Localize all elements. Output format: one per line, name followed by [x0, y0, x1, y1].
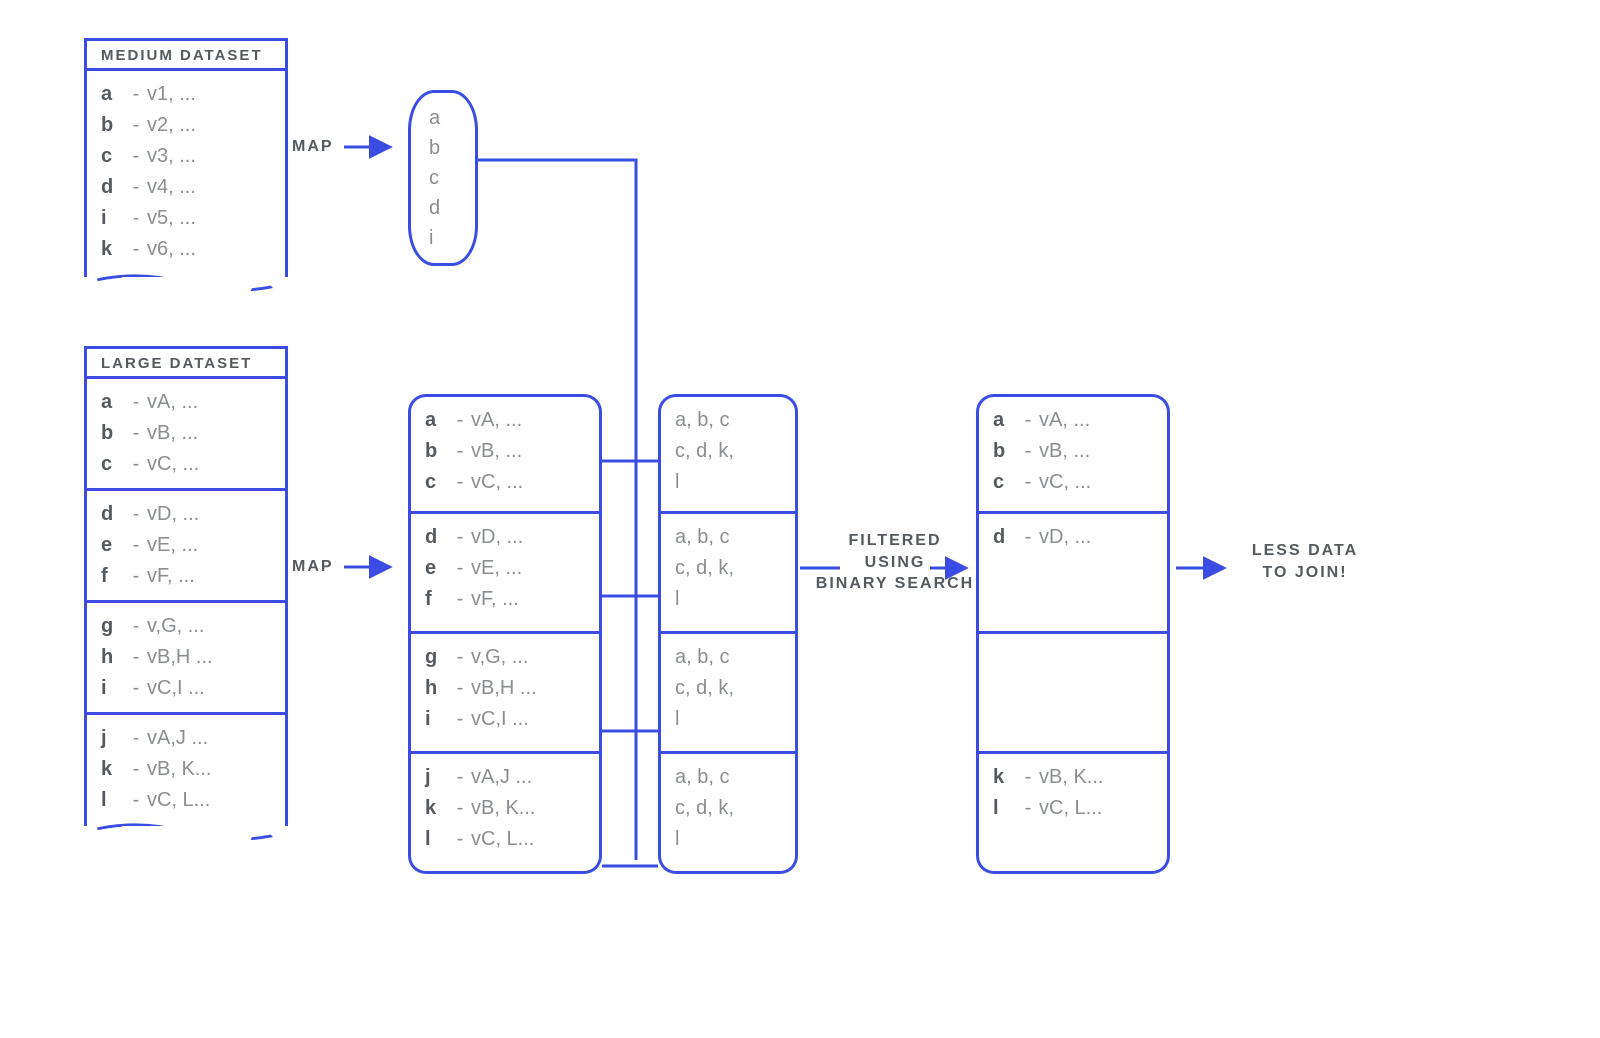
list-item: k-v6, ...	[101, 234, 271, 265]
list-item: k-vB, K...	[993, 762, 1153, 793]
list-item: g-v,G, ...	[101, 611, 271, 642]
list-item: c, d, k,	[675, 436, 781, 467]
mapped-large-stack: a-vA, ...b-vB, ...c-vC, ...d-vD, ...e-vE…	[408, 394, 602, 874]
map-label-1: MAP	[292, 138, 334, 156]
list-item: c-vC, ...	[425, 467, 585, 498]
list-item: l	[675, 467, 781, 498]
list-item: a, b, c	[675, 522, 781, 553]
list-item: h-vB,H ...	[425, 673, 585, 704]
medium-dataset-card: MEDIUM DATASET a-v1, ...b-v2, ...c-v3, .…	[84, 38, 288, 289]
arrow-map-2	[344, 555, 398, 584]
list-item: c, d, k,	[675, 793, 781, 824]
list-item: b-vB, ...	[993, 436, 1153, 467]
partition: a, b, cc, d, k,l	[658, 634, 798, 754]
list-item: a-vA, ...	[425, 405, 585, 436]
connector-h-3	[602, 720, 658, 738]
list-item: a-v1, ...	[101, 79, 271, 110]
list-item: f-vF, ...	[425, 584, 585, 615]
list-item: b-vB, ...	[425, 436, 585, 467]
list-item: k-vB, K...	[101, 754, 271, 785]
list-item: c-vC, ...	[101, 449, 271, 480]
list-item: k-vB, K...	[425, 793, 585, 824]
list-item: c	[429, 163, 457, 193]
result-stack: a-vA, ...b-vB, ...c-vC, ... d-vD, ... k-vB…	[976, 394, 1170, 874]
list-item: i-v5, ...	[101, 203, 271, 234]
list-item: a, b, c	[675, 405, 781, 436]
out-label-l2: TO JOIN!	[1240, 562, 1370, 584]
list-item: c-v3, ...	[101, 141, 271, 172]
list-item: g-v,G, ...	[425, 642, 585, 673]
list-item: a-vA, ...	[101, 387, 271, 418]
partition: k-vB, K...l-vC, L...	[976, 754, 1170, 874]
partition: a, b, cc, d, k,l	[658, 514, 798, 634]
list-item: f-vF, ...	[101, 561, 271, 592]
list-item: j-vA,J ...	[425, 762, 585, 793]
list-item: b	[429, 133, 457, 163]
list-item: a-vA, ...	[993, 405, 1153, 436]
broadcast-stack: a, b, cc, d, k,la, b, cc, d, k,la, b, cc…	[658, 394, 798, 874]
list-item: c-vC, ...	[993, 467, 1153, 498]
list-item: d-vD, ...	[101, 499, 271, 530]
list-item: i	[429, 223, 457, 253]
large-dataset-title: LARGE DATASET	[87, 349, 285, 379]
list-item: e-vE, ...	[425, 553, 585, 584]
connector-h-1	[602, 450, 658, 468]
list-item: a, b, c	[675, 762, 781, 793]
list-item: b-vB, ...	[101, 418, 271, 449]
list-item: d-vD, ...	[425, 522, 585, 553]
list-item: l-vC, L...	[101, 785, 271, 816]
map-label-2: MAP	[292, 558, 334, 576]
connector-h-2	[602, 585, 658, 603]
list-item: l-vC, L...	[993, 793, 1153, 824]
partition	[976, 634, 1170, 754]
partition: d-vD, ...	[976, 514, 1170, 634]
partition: a-vA, ...b-vB, ...c-vC, ...	[408, 394, 602, 514]
list-item: b-v2, ...	[101, 110, 271, 141]
list-item: j-vA,J ...	[101, 723, 271, 754]
partition: g-v,G, ...h-vB,H ...i-vC,I ...	[408, 634, 602, 754]
list-item: h-vB,H ...	[101, 642, 271, 673]
list-item: i-vC,I ...	[425, 704, 585, 735]
list-item: d-vD, ...	[993, 522, 1153, 553]
list-item: l-vC, L...	[425, 824, 585, 855]
list-item: e-vE, ...	[101, 530, 271, 561]
medium-dataset-title: MEDIUM DATASET	[87, 41, 285, 71]
filter-label-l1: FILTERED	[810, 530, 980, 552]
arrow-map-1	[344, 135, 398, 164]
partition: d-vD, ...e-vE, ...f-vF, ...	[408, 514, 602, 634]
partition: j-vA,J ...k-vB, K...l-vC, L...	[408, 754, 602, 874]
large-dataset-card: LARGE DATASET a-vA, ...b-vB, ...c-vC, ..…	[84, 346, 288, 838]
list-item: l	[675, 584, 781, 615]
list-item: a, b, c	[675, 642, 781, 673]
partition: a-vA, ...b-vB, ...c-vC, ...	[976, 394, 1170, 514]
partition: a, b, cc, d, k,l	[658, 754, 798, 874]
arrow-out	[1176, 556, 1232, 585]
out-label: LESS DATA TO JOIN!	[1240, 540, 1370, 583]
list-item: l	[675, 824, 781, 855]
list-item: a	[429, 103, 457, 133]
partition: a, b, cc, d, k,l	[658, 394, 798, 514]
list-item: d	[429, 193, 457, 223]
list-item: d-v4, ...	[101, 172, 271, 203]
list-item: c, d, k,	[675, 673, 781, 704]
arrow-filter-right	[930, 556, 974, 585]
out-label-l1: LESS DATA	[1240, 540, 1370, 562]
list-item: i-vC,I ...	[101, 673, 271, 704]
keyset-capsule: abcdi	[408, 90, 478, 266]
list-item: l	[675, 704, 781, 735]
connector-h-4	[602, 855, 658, 873]
list-item: c, d, k,	[675, 553, 781, 584]
